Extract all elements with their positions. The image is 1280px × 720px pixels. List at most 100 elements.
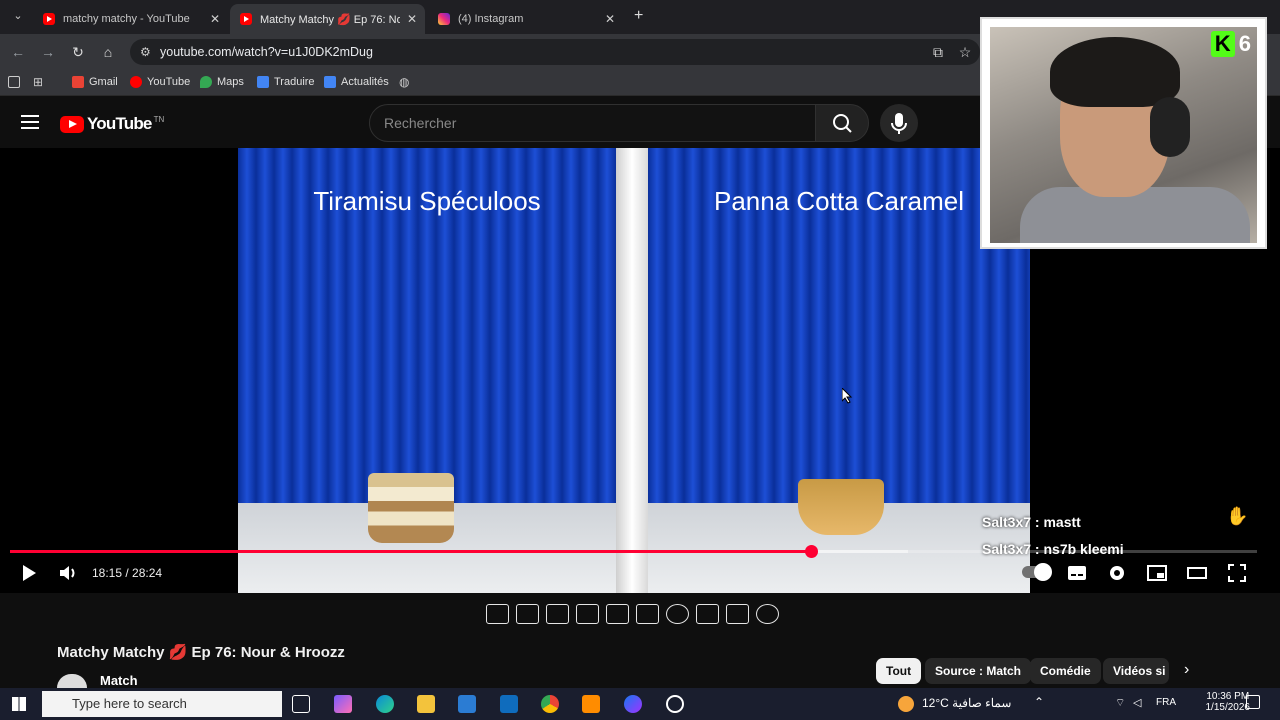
bookmark-label: Traduire [274, 76, 315, 88]
close-icon[interactable]: ✕ [407, 12, 417, 26]
bookmark-youtube[interactable]: YouTube [130, 76, 190, 88]
search-input[interactable] [370, 105, 815, 141]
filter-icon[interactable] [546, 604, 569, 624]
search-box [369, 104, 816, 142]
tab-instagram[interactable]: (4) Instagram ✕ [428, 4, 623, 34]
youtube-icon [240, 13, 252, 25]
new-tab-button[interactable]: + [634, 7, 643, 25]
subtitles-icon[interactable] [1066, 562, 1088, 584]
install-app-icon[interactable]: ⧉ [928, 42, 948, 62]
network-icon[interactable]: ⌔ [1115, 696, 1125, 710]
loop-icon[interactable] [486, 604, 509, 624]
task-view-icon[interactable] [292, 695, 310, 713]
site-info-icon[interactable]: ⚙ [140, 45, 151, 59]
speaker-icon[interactable]: ◁ [1133, 696, 1141, 709]
taskbar-search-input[interactable]: Type here to search [42, 691, 282, 717]
bookmark-maps[interactable]: Maps [200, 76, 244, 88]
camera-icon[interactable] [726, 604, 749, 624]
obs-icon[interactable] [666, 695, 684, 713]
globe-icon[interactable]: ◍ [399, 75, 409, 89]
bookmark-gmail[interactable]: Gmail [72, 76, 118, 88]
streamer-hair [1050, 37, 1180, 107]
autoplay-toggle[interactable] [1022, 563, 1052, 581]
play-icon[interactable] [18, 562, 40, 584]
tab-list-dropdown-icon[interactable]: ⌄ [10, 9, 26, 25]
bookmark-traduire[interactable]: Traduire [257, 76, 315, 88]
bookmark-actualites[interactable]: Actualités [324, 76, 389, 88]
clock[interactable]: 10:36 PM 1/15/2026 [1206, 691, 1251, 713]
file-explorer-icon[interactable] [417, 695, 435, 713]
youtube-icon [130, 76, 142, 88]
chrome-icon[interactable] [541, 695, 559, 713]
copilot-icon[interactable] [334, 695, 352, 713]
youtube-icon [60, 115, 84, 133]
chevron-up-icon[interactable]: ⌃ [1034, 695, 1044, 709]
webcam-feed: K 6 [990, 27, 1257, 243]
settings-gear-icon[interactable] [1106, 562, 1128, 584]
audio-icon[interactable] [516, 604, 539, 624]
buffered-bar [811, 550, 908, 553]
weather-icon [898, 696, 914, 712]
progress-bar[interactable] [10, 545, 1257, 558]
search-button[interactable] [815, 104, 869, 142]
chip-all[interactable]: Tout [876, 658, 922, 684]
handshake-icon: ✋ [1226, 506, 1249, 526]
chip-comedy[interactable]: Comédie [1030, 658, 1101, 684]
channel-avatar[interactable] [57, 674, 87, 688]
weather-text[interactable]: 12°C سماء صافية [922, 696, 1011, 710]
mouse-cursor-icon [842, 388, 853, 404]
extension-toolbar [478, 598, 788, 630]
mail-icon[interactable] [500, 695, 518, 713]
youtube-logo[interactable]: YouTube TN [60, 114, 164, 134]
microsoft-store-icon[interactable] [458, 695, 476, 713]
chip-source[interactable]: Source : Match [925, 658, 1032, 684]
edge-icon[interactable] [376, 695, 394, 713]
chevron-right-icon[interactable]: › [1184, 661, 1189, 679]
maps-icon [200, 76, 212, 88]
kick-badge: K 6 [1210, 31, 1251, 57]
chat-message: Salt3x7 : mastt [982, 514, 1081, 530]
add-icon[interactable] [696, 604, 719, 624]
settings-gear-icon[interactable] [756, 604, 779, 624]
tab-matchy-youtube[interactable]: matchy matchy - YouTube ✕ [33, 4, 228, 34]
speed-icon[interactable] [666, 604, 689, 624]
app-orange-icon[interactable] [582, 695, 600, 713]
reload-icon[interactable]: ↻ [68, 42, 88, 62]
notifications-icon[interactable] [1246, 695, 1260, 709]
language-indicator[interactable]: FRA [1156, 697, 1176, 708]
time-display: 18:15 / 28:24 [92, 566, 163, 580]
apps-icon[interactable] [8, 76, 20, 88]
back-icon[interactable]: ← [8, 42, 28, 62]
clock-time: 10:36 PM [1206, 691, 1250, 702]
badge-number: 6 [1238, 31, 1251, 56]
bookmark-star-icon[interactable]: ☆ [955, 42, 975, 62]
video-frame[interactable]: Tiramisu Spéculoos Panna Cotta Caramel [238, 148, 1030, 593]
translate-icon [257, 76, 269, 88]
windows-start-icon[interactable] [12, 697, 26, 711]
clapper-icon[interactable] [576, 604, 599, 624]
theater-mode-icon[interactable] [1186, 562, 1208, 584]
scrubber-handle[interactable] [805, 545, 819, 558]
close-icon[interactable]: ✕ [605, 12, 615, 26]
search-placeholder: Type here to search [72, 696, 187, 711]
address-bar[interactable]: ⚙ youtube.com/watch?v=u1J0DK2mDug [130, 39, 980, 65]
right-panel: Panna Cotta Caramel [648, 148, 1030, 593]
close-icon[interactable]: ✕ [210, 12, 220, 26]
voice-search-button[interactable] [880, 104, 918, 142]
aspect-ratio-icon[interactable] [606, 604, 629, 624]
messenger-icon[interactable] [624, 695, 642, 713]
menu-icon[interactable] [21, 115, 39, 129]
channel-name[interactable]: Match [100, 673, 138, 688]
cinema-icon[interactable] [636, 604, 659, 624]
volume-icon[interactable] [57, 562, 79, 584]
chat-message: Salt3x7 : ns7b kleemi [982, 541, 1124, 557]
forward-icon[interactable]: → [38, 42, 58, 62]
bookmark-label: Maps [217, 76, 244, 88]
home-icon[interactable]: ⌂ [98, 42, 118, 62]
tab-matchy-ep76[interactable]: Matchy Matchy 💋 Ep 76: Nour ✕ [230, 4, 425, 34]
youtube-icon [43, 13, 55, 25]
chip-similar[interactable]: Vidéos si [1103, 658, 1169, 684]
miniplayer-icon[interactable] [1146, 562, 1168, 584]
fullscreen-icon[interactable] [1226, 562, 1248, 584]
grid-icon[interactable]: ⊞ [33, 75, 43, 89]
